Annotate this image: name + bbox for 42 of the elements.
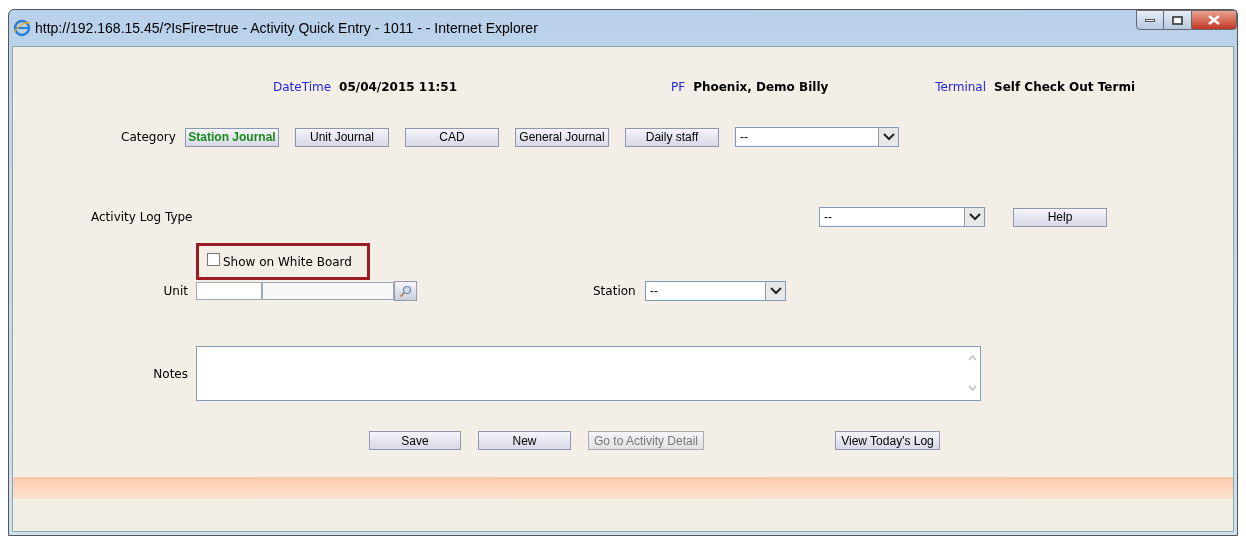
action-button[interactable]: View Today's Log — [835, 431, 940, 450]
maximize-icon — [1172, 15, 1183, 25]
category-tab[interactable]: Station Journal — [185, 127, 279, 147]
field-value: 05/04/2015 11:51 — [339, 79, 457, 96]
field-label: DateTime — [273, 79, 332, 96]
category-label: Category — [121, 129, 177, 146]
chevron-down-icon — [964, 208, 984, 226]
unit-code-field[interactable] — [196, 282, 262, 300]
minimize-button[interactable] — [1136, 10, 1164, 30]
checkbox[interactable] — [207, 253, 220, 266]
action-button[interactable]: Save — [369, 431, 461, 450]
dropdown[interactable]: -- — [735, 127, 899, 147]
close-button[interactable] — [1191, 10, 1237, 30]
field-label: Activity Log Type — [91, 209, 194, 226]
field-label: Notes — [152, 365, 189, 383]
scroll-arrows-icon — [968, 353, 977, 393]
field-value: Self Check Out Termi — [994, 79, 1136, 96]
checkbox-label: Show on White Board — [223, 253, 352, 271]
help-button[interactable]: Help — [1013, 207, 1107, 227]
category-tab[interactable]: Daily staff — [625, 127, 719, 147]
notes-field[interactable] — [196, 346, 981, 401]
lookup-button[interactable] — [394, 281, 417, 301]
magnifier-icon — [399, 284, 412, 298]
browser-globe-icon — [13, 19, 31, 37]
window-title: http://192.168.15.45/?IsFire=true - Activity Quick Entry - 1011 - - Internet Explorer — [35, 18, 538, 38]
close-icon — [1208, 15, 1220, 25]
unit-name-field[interactable] — [262, 282, 394, 300]
category-tab[interactable]: CAD — [405, 127, 499, 147]
category-tab[interactable]: General Journal — [515, 127, 609, 147]
chevron-down-icon — [878, 128, 898, 146]
field-label: Unit — [162, 283, 189, 300]
chevron-down-icon — [765, 282, 785, 300]
field-label: Terminal — [935, 79, 987, 96]
dropdown[interactable]: -- — [819, 207, 985, 227]
dropdown[interactable]: -- — [645, 281, 786, 301]
maximize-button[interactable] — [1164, 10, 1191, 30]
minimize-icon — [1145, 18, 1155, 22]
field-label: PF — [671, 79, 686, 96]
category-tab[interactable]: Unit Journal — [295, 127, 389, 147]
field-label: Station — [593, 283, 637, 300]
field-value: Phoenix, Demo Billy — [693, 79, 829, 96]
action-button[interactable]: New — [478, 431, 571, 450]
